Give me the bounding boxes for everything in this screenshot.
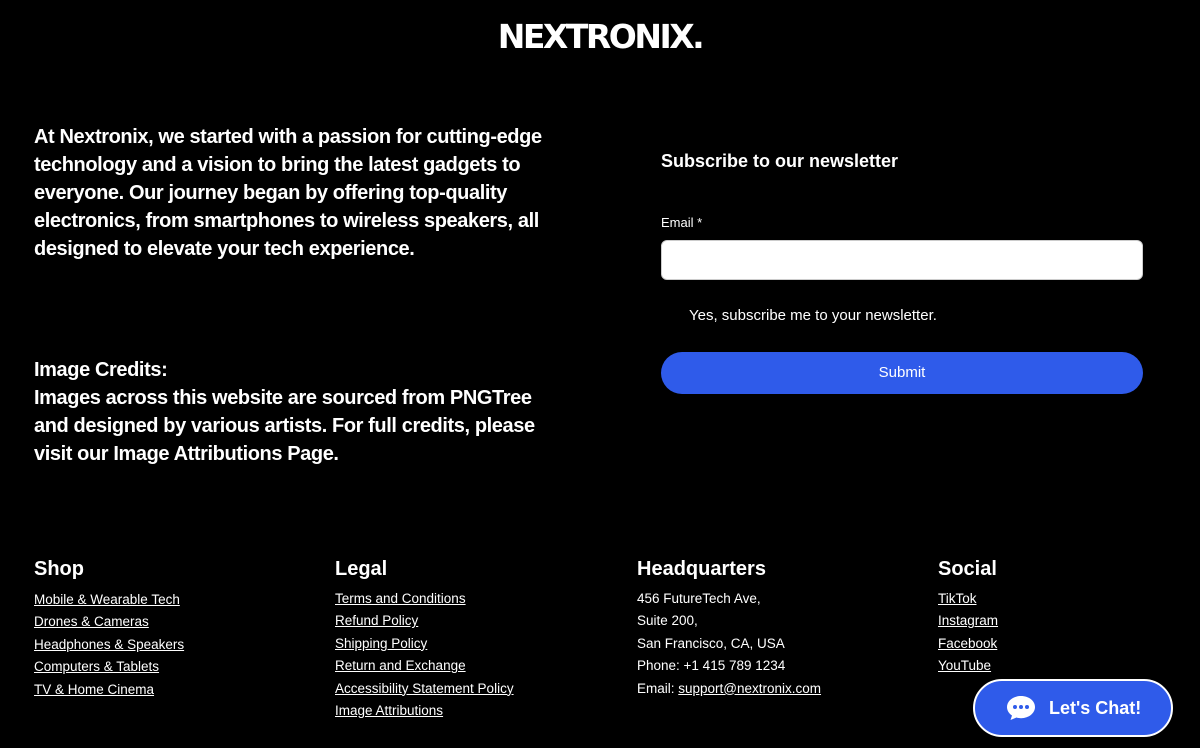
legal-link-terms[interactable]: Terms and Conditions: [335, 588, 605, 610]
hq-address-line2: Suite 200,: [637, 613, 698, 629]
chat-button-label: Let's Chat!: [1049, 697, 1142, 718]
legal-link-shipping[interactable]: Shipping Policy: [335, 633, 605, 655]
shop-link-tv-home-cinema[interactable]: TV & Home Cinema: [34, 679, 304, 701]
subscribe-checkbox[interactable]: [661, 307, 679, 325]
footer-shop: Shop Mobile & Wearable Tech Drones & Cam…: [34, 556, 304, 701]
email-field[interactable]: [661, 240, 1143, 280]
legal-link-return-exchange[interactable]: Return and Exchange: [335, 655, 605, 677]
hq-email: Email: support@nextronix.com: [637, 678, 907, 700]
shop-link-headphones-speakers[interactable]: Headphones & Speakers: [34, 634, 304, 656]
footer-headquarters: Headquarters 456 FutureTech Ave, Suite 2…: [637, 556, 907, 700]
footer-social: Social TikTok Instagram Facebook YouTube: [938, 556, 1200, 678]
social-link-tiktok[interactable]: TikTok: [938, 588, 1200, 610]
brand-logo[interactable]: NEXTRONIX.: [0, 17, 1200, 57]
legal-link-refund[interactable]: Refund Policy: [335, 610, 605, 632]
hq-email-prefix: Email:: [637, 680, 679, 696]
hq-email-link[interactable]: support@nextronix.com: [678, 681, 821, 696]
social-link-instagram[interactable]: Instagram: [938, 610, 1200, 632]
chat-button[interactable]: Let's Chat!: [973, 679, 1173, 737]
about-text: At Nextronix, we started with a passion …: [34, 126, 542, 260]
image-credits-heading: Image Credits:: [34, 359, 168, 381]
shop-link-drones-cameras[interactable]: Drones & Cameras: [34, 611, 304, 633]
social-link-youtube[interactable]: YouTube: [938, 655, 1200, 677]
chat-bubble-icon: [1007, 696, 1035, 720]
legal-link-accessibility[interactable]: Accessibility Statement Policy: [335, 678, 605, 700]
image-credits: Image Credits: Images across this websit…: [34, 356, 564, 468]
hq-phone: Phone: +1 415 789 1234: [637, 658, 786, 674]
social-heading: Social: [938, 558, 997, 580]
newsletter-title: Subscribe to our newsletter: [661, 151, 899, 171]
shop-link-computers-tablets[interactable]: Computers & Tablets: [34, 656, 304, 678]
subscribe-checkbox-row[interactable]: Yes, subscribe me to your newsletter.: [661, 305, 937, 327]
shop-heading: Shop: [34, 558, 84, 580]
hq-address-line1: 456 FutureTech Ave,: [637, 591, 761, 606]
hq-address-line3: San Francisco, CA, USA: [637, 635, 785, 651]
image-credits-text: Images across this website are sourced f…: [34, 387, 535, 465]
page: NEXTRONIX. At Nextronix, we started with…: [0, 0, 1200, 748]
headquarters-heading: Headquarters: [637, 558, 766, 580]
submit-button[interactable]: Submit: [661, 352, 1143, 394]
subscribe-checkbox-label[interactable]: Yes, subscribe me to your newsletter.: [689, 305, 937, 327]
legal-link-image-attributions[interactable]: Image Attributions: [335, 700, 605, 722]
social-link-facebook[interactable]: Facebook: [938, 633, 1200, 655]
email-label: Email *: [661, 215, 703, 230]
shop-link-mobile-wearable[interactable]: Mobile & Wearable Tech: [34, 589, 304, 611]
legal-heading: Legal: [335, 558, 388, 580]
footer-legal: Legal Terms and Conditions Refund Policy…: [335, 556, 605, 722]
